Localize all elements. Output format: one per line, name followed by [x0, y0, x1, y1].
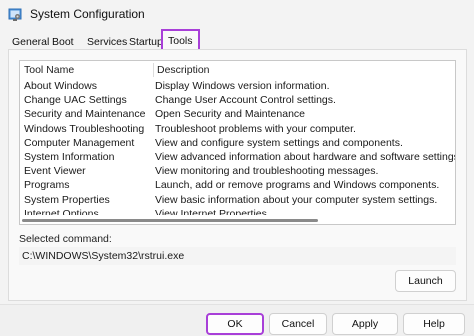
- list-header: Tool Name Description: [20, 61, 455, 77]
- tool-name: Event Viewer: [24, 165, 86, 178]
- table-row[interactable]: Windows Troubleshooting Troubleshoot prob…: [20, 122, 455, 136]
- tool-description: View advanced information about hardware…: [155, 150, 456, 163]
- tool-description: View monitoring and troubleshooting mess…: [155, 165, 379, 178]
- table-row[interactable]: Programs Launch, add or remove programs a…: [20, 178, 455, 192]
- tool-description: Troubleshoot problems with your computer…: [155, 122, 356, 135]
- tool-description: Display Windows version information.: [155, 80, 330, 92]
- table-row[interactable]: About Windows Display Windows version inf…: [20, 79, 455, 93]
- tool-name: System Properties: [24, 193, 110, 206]
- horizontal-scrollbar[interactable]: [20, 215, 455, 224]
- table-row[interactable]: System Properties View basic information …: [20, 193, 455, 207]
- launch-button[interactable]: Launch: [395, 270, 456, 292]
- table-row[interactable]: Computer Management View and configure sy…: [20, 136, 455, 150]
- msconfig-icon: [8, 8, 22, 21]
- table-row[interactable]: Event Viewer View monitoring and troubles…: [20, 164, 455, 178]
- tool-name: System Information: [24, 150, 115, 163]
- tool-name: About Windows: [24, 80, 97, 92]
- ok-button[interactable]: OK: [206, 313, 264, 335]
- tool-name: Computer Management: [24, 136, 135, 149]
- tool-description: View basic information about your comput…: [155, 193, 438, 206]
- tool-name: Security and Maintenance: [24, 108, 146, 121]
- table-row[interactable]: Security and Maintenance Open Security an…: [20, 107, 455, 121]
- column-header-tool-name[interactable]: Tool Name: [24, 63, 74, 77]
- table-row[interactable]: Change UAC Settings Change User Account C…: [20, 93, 455, 107]
- apply-button[interactable]: Apply: [332, 313, 398, 335]
- tools-rows: About Windows Display Windows version inf…: [20, 79, 455, 221]
- tool-description: Launch, add or remove programs and Windo…: [155, 179, 440, 192]
- table-row[interactable]: System Information View advanced informat…: [20, 150, 455, 164]
- selected-command-field: C:\WINDOWS\System32\rstrui.exe: [19, 247, 456, 265]
- cancel-button[interactable]: Cancel: [269, 313, 327, 335]
- tool-name: Windows Troubleshooting: [24, 122, 145, 135]
- tool-description: Open Security and Maintenance: [155, 108, 306, 121]
- title-bar: System Configuration: [0, 0, 474, 30]
- help-button[interactable]: Help: [403, 313, 465, 335]
- scrollbar-thumb[interactable]: [22, 219, 318, 222]
- tool-name: Change UAC Settings: [24, 94, 127, 107]
- selected-command-label: Selected command:: [19, 233, 112, 245]
- tool-description: View and configure system settings and c…: [155, 136, 403, 149]
- column-header-description[interactable]: Description: [153, 63, 210, 77]
- tools-listbox[interactable]: Tool Name Description About Windows Displ…: [19, 60, 456, 225]
- window-title: System Configuration: [30, 7, 145, 21]
- tool-description: Change User Account Control settings.: [155, 94, 336, 107]
- tools-panel: Tool Name Description About Windows Displ…: [8, 49, 467, 301]
- dialog-footer: OK Cancel Apply Help: [0, 304, 474, 336]
- tool-name: Programs: [24, 179, 70, 192]
